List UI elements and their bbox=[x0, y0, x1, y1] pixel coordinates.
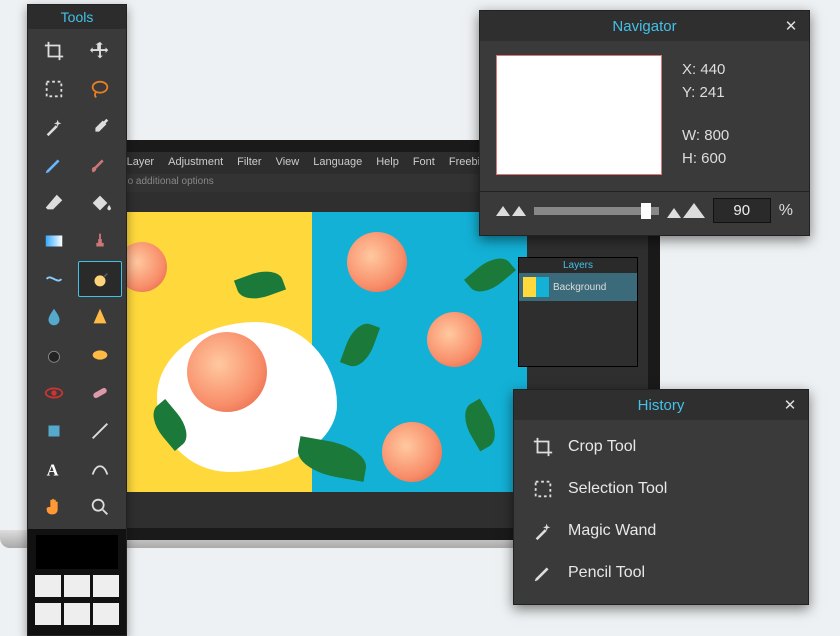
swatch[interactable] bbox=[64, 575, 90, 597]
navigator-thumbnail[interactable] bbox=[496, 55, 662, 175]
path-tool[interactable] bbox=[78, 451, 122, 487]
menu-item[interactable]: Layer bbox=[127, 156, 155, 170]
swatch[interactable] bbox=[93, 603, 119, 625]
burn-tool[interactable] bbox=[32, 337, 76, 373]
zoom-in-icon[interactable] bbox=[667, 203, 705, 218]
gradient-tool[interactable] bbox=[32, 223, 76, 259]
zoom-slider[interactable] bbox=[534, 207, 659, 215]
layers-panel[interactable]: Layers Background bbox=[518, 257, 638, 367]
clone-stamp-tool[interactable] bbox=[78, 223, 122, 259]
menu-item[interactable]: Adjustment bbox=[168, 156, 223, 170]
zoom-tool[interactable] bbox=[78, 489, 122, 525]
layer-row[interactable]: Background bbox=[519, 273, 637, 301]
eraser-tool[interactable] bbox=[32, 185, 76, 221]
text-tool[interactable]: A bbox=[32, 451, 76, 487]
heal-tool[interactable] bbox=[78, 375, 122, 411]
foreground-color[interactable] bbox=[36, 535, 118, 569]
svg-text:A: A bbox=[47, 460, 59, 479]
h-value: 600 bbox=[701, 150, 726, 167]
layer-name: Background bbox=[553, 282, 606, 293]
history-item-pencil[interactable]: Pencil Tool bbox=[524, 552, 798, 594]
swatch[interactable] bbox=[93, 575, 119, 597]
zoom-out-icon[interactable] bbox=[496, 206, 526, 216]
menu-item[interactable]: Help bbox=[376, 156, 399, 170]
crop-tool[interactable] bbox=[32, 33, 76, 69]
menu-item[interactable]: View bbox=[276, 156, 300, 170]
history-item-label: Crop Tool bbox=[568, 438, 636, 456]
percent-label: % bbox=[779, 202, 793, 220]
history-item-selection[interactable]: Selection Tool bbox=[524, 468, 798, 510]
y-label: Y: bbox=[682, 84, 695, 101]
smudge-tool[interactable] bbox=[32, 261, 76, 297]
canvas[interactable] bbox=[97, 212, 527, 492]
history-item-label: Pencil Tool bbox=[568, 564, 645, 582]
x-value: 440 bbox=[700, 61, 725, 78]
swatch[interactable] bbox=[35, 575, 61, 597]
x-label: X: bbox=[682, 61, 696, 78]
bucket-tool[interactable] bbox=[78, 185, 122, 221]
navigator-title: Navigator bbox=[612, 18, 676, 35]
pencil-icon bbox=[532, 562, 554, 584]
tools-panel: Tools A bbox=[27, 4, 127, 636]
crop-icon bbox=[532, 436, 554, 458]
w-value: 800 bbox=[704, 127, 729, 144]
history-item-label: Magic Wand bbox=[568, 522, 656, 540]
lasso-tool[interactable] bbox=[78, 71, 122, 107]
hand-tool[interactable] bbox=[32, 489, 76, 525]
magic-wand-icon bbox=[532, 520, 554, 542]
navigator-panel: Navigator ✕ X: 440 Y: 241 W: 800 H: 600 … bbox=[479, 10, 810, 236]
swatch[interactable] bbox=[64, 603, 90, 625]
history-title: History bbox=[638, 397, 685, 414]
layer-thumb bbox=[523, 277, 549, 297]
menu-item[interactable]: Font bbox=[413, 156, 435, 170]
color-swatches bbox=[28, 529, 126, 635]
pencil-tool[interactable] bbox=[32, 147, 76, 183]
sponge-tool[interactable] bbox=[78, 337, 122, 373]
tools-panel-title: Tools bbox=[28, 5, 126, 29]
marquee-tool[interactable] bbox=[32, 71, 76, 107]
history-item-crop[interactable]: Crop Tool bbox=[524, 426, 798, 468]
h-label: H: bbox=[682, 150, 697, 167]
magic-wand-tool[interactable] bbox=[32, 109, 76, 145]
close-icon[interactable]: ✕ bbox=[781, 16, 801, 36]
history-item-label: Selection Tool bbox=[568, 480, 667, 498]
sharpen-tool[interactable] bbox=[78, 299, 122, 335]
navigator-info: X: 440 Y: 241 W: 800 H: 600 bbox=[682, 55, 729, 181]
selection-icon bbox=[532, 478, 554, 500]
menu-item[interactable]: Filter bbox=[237, 156, 261, 170]
menu-item[interactable]: Language bbox=[313, 156, 362, 170]
layers-panel-title: Layers bbox=[519, 258, 637, 273]
brush-tool[interactable] bbox=[78, 147, 122, 183]
y-value: 241 bbox=[700, 84, 725, 101]
dodge-tool[interactable] bbox=[78, 261, 122, 297]
swatch[interactable] bbox=[35, 603, 61, 625]
shape-tool[interactable] bbox=[32, 413, 76, 449]
blur-tool[interactable] bbox=[32, 299, 76, 335]
line-tool[interactable] bbox=[78, 413, 122, 449]
history-panel: History ✕ Crop Tool Selection Tool Magic… bbox=[513, 389, 809, 605]
color-picker-tool[interactable] bbox=[78, 109, 122, 145]
close-icon[interactable]: ✕ bbox=[780, 395, 800, 415]
history-item-magic-wand[interactable]: Magic Wand bbox=[524, 510, 798, 552]
move-tool[interactable] bbox=[78, 33, 122, 69]
w-label: W: bbox=[682, 127, 700, 144]
zoom-value[interactable]: 90 bbox=[713, 198, 771, 223]
red-eye-tool[interactable] bbox=[32, 375, 76, 411]
